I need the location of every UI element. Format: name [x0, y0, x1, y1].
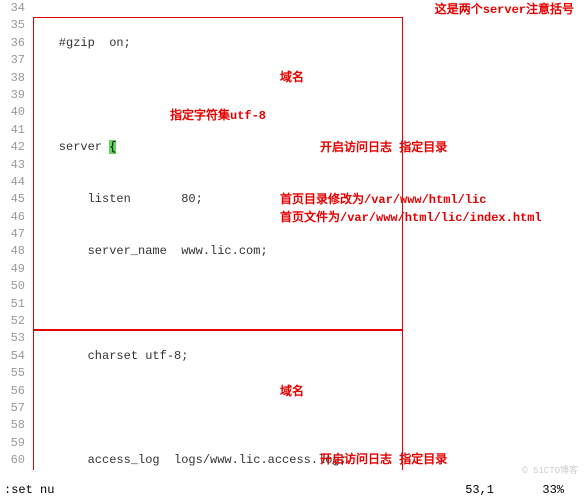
code-line: charset utf-8;: [30, 348, 584, 365]
vim-command: :set nu: [4, 482, 54, 500]
annotation-domain1: 域名: [280, 70, 304, 87]
code-line: [30, 296, 584, 313]
scroll-percent: 33%: [542, 482, 564, 499]
annotation-index1: 首页文件为/var/www/html/lic/index.html: [280, 210, 542, 227]
brace-highlight: {: [109, 140, 116, 154]
code-line: [30, 87, 584, 104]
vim-status-bar[interactable]: :set nu 53,1 33%: [0, 482, 584, 500]
code-line: #gzip on;: [30, 35, 584, 52]
annotation-access1: 开启访问日志 指定目录: [320, 140, 447, 157]
watermark: © 51CTO博客: [522, 465, 578, 478]
annotation-domain2: 域名: [280, 384, 304, 401]
editor-pane[interactable]: 3435363738394041424344454647484950515253…: [0, 0, 584, 470]
cursor-position: 53,1: [465, 482, 494, 499]
annotation-title: 这是两个server注意括号: [435, 2, 574, 19]
code-line: server {: [30, 139, 584, 156]
annotation-charset: 指定字符集utf-8: [170, 108, 266, 125]
code-line: [30, 400, 584, 417]
annotation-root1: 首页目录修改为/var/www/html/lic: [280, 192, 486, 209]
annotation-access2: 开启访问日志 指定目录: [320, 452, 447, 469]
code-line: server_name www.lic.com;: [30, 243, 584, 260]
code-area[interactable]: #gzip on; server { listen 80; server_nam…: [30, 0, 584, 470]
line-number-gutter: 3435363738394041424344454647484950515253…: [0, 0, 30, 470]
code-line: access_log logs/www.lic.access.log;: [30, 452, 584, 469]
annotation-box-server1: [33, 17, 403, 330]
